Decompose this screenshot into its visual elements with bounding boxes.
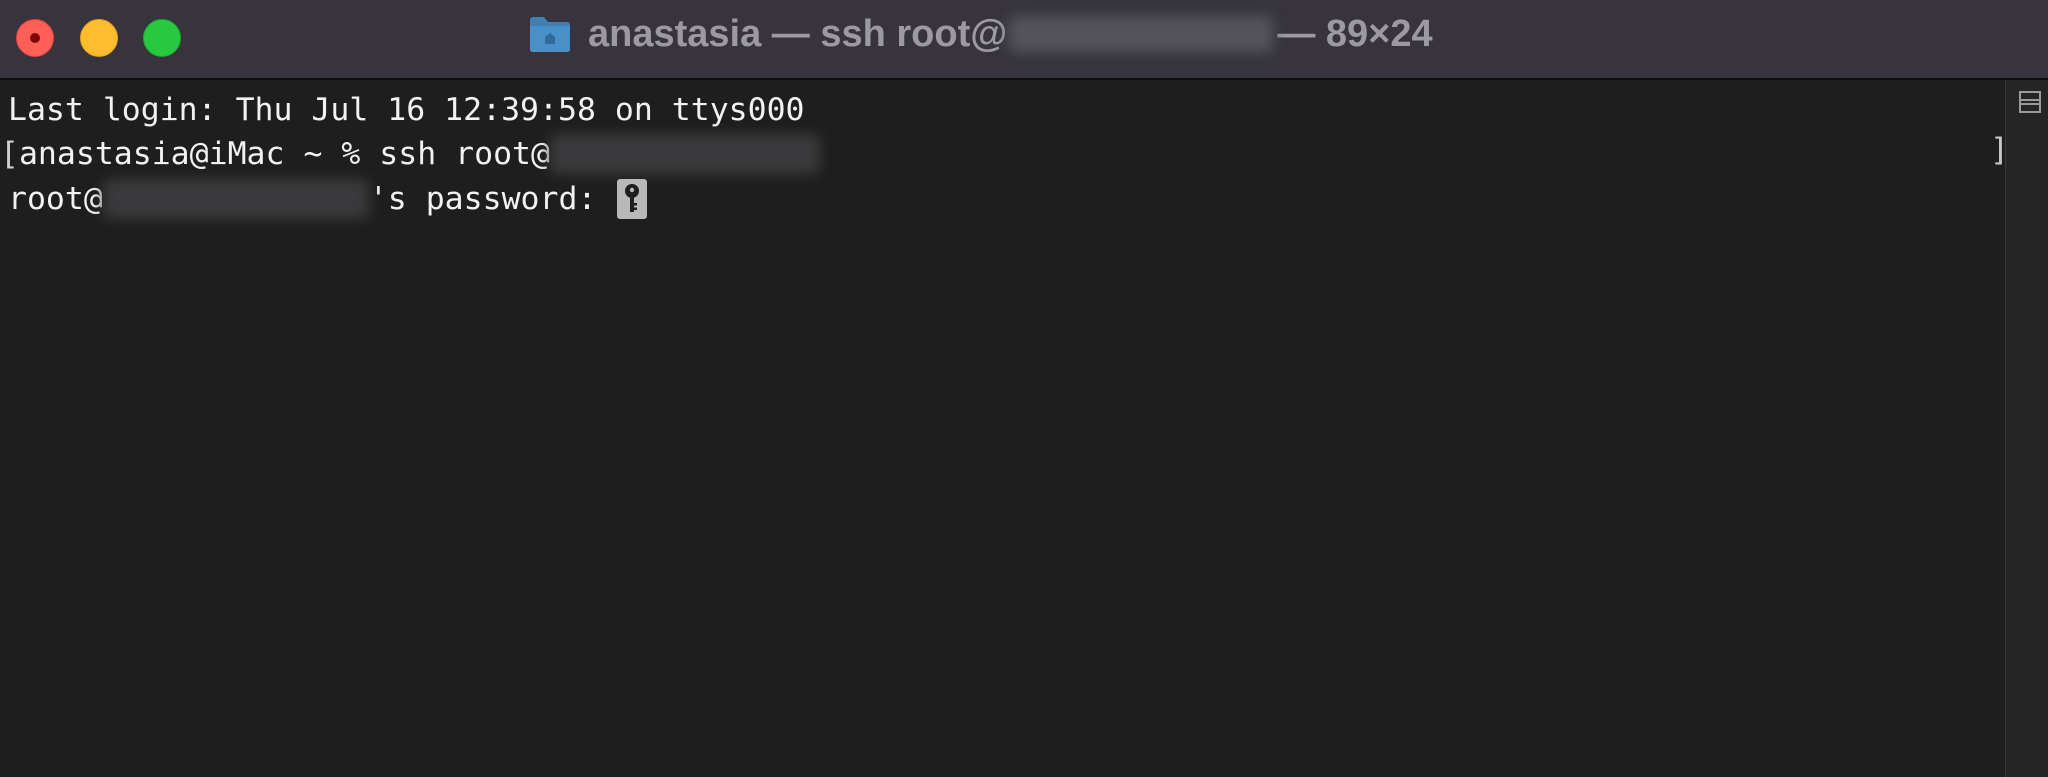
terminal-line: root@ 's password: <box>8 178 648 220</box>
split-pane-icon[interactable] <box>2018 90 2042 114</box>
redacted-host <box>1009 16 1274 52</box>
scrollbar[interactable] <box>2005 80 2048 777</box>
zoom-button[interactable] <box>143 19 181 57</box>
terminal-line: [ anastasia@iMac ~ % ssh root@ <box>0 133 820 175</box>
window-title: anastasia — ssh root@ — 89×24 <box>528 12 1433 56</box>
terminal-output[interactable]: Last login: Thu Jul 16 12:39:58 on ttys0… <box>0 80 2005 777</box>
title-command: — ssh root@ <box>771 12 1008 55</box>
password-prompt-suffix: 's password: <box>368 181 616 217</box>
line-mark-bracket: [ <box>0 136 19 172</box>
terminal-window: anastasia — ssh root@ — 89×24 Last login… <box>0 0 2048 777</box>
last-login-text: Last login: Thu Jul 16 12:39:58 on ttys0… <box>8 92 805 128</box>
close-button[interactable] <box>16 19 54 57</box>
title-bar[interactable]: anastasia — ssh root@ — 89×24 <box>0 0 2048 80</box>
password-prompt-prefix: root@ <box>8 181 103 217</box>
terminal-line: Last login: Thu Jul 16 12:39:58 on ttys0… <box>8 89 805 131</box>
key-icon[interactable] <box>617 179 648 219</box>
redacted-host <box>549 134 820 174</box>
prompt-command: anastasia@iMac ~ % ssh root@ <box>18 136 550 172</box>
minimize-button[interactable] <box>80 19 118 57</box>
title-user: anastasia <box>588 12 762 55</box>
redacted-host <box>102 179 369 219</box>
title-size: — 89×24 <box>1277 12 1433 55</box>
folder-icon <box>530 17 570 52</box>
